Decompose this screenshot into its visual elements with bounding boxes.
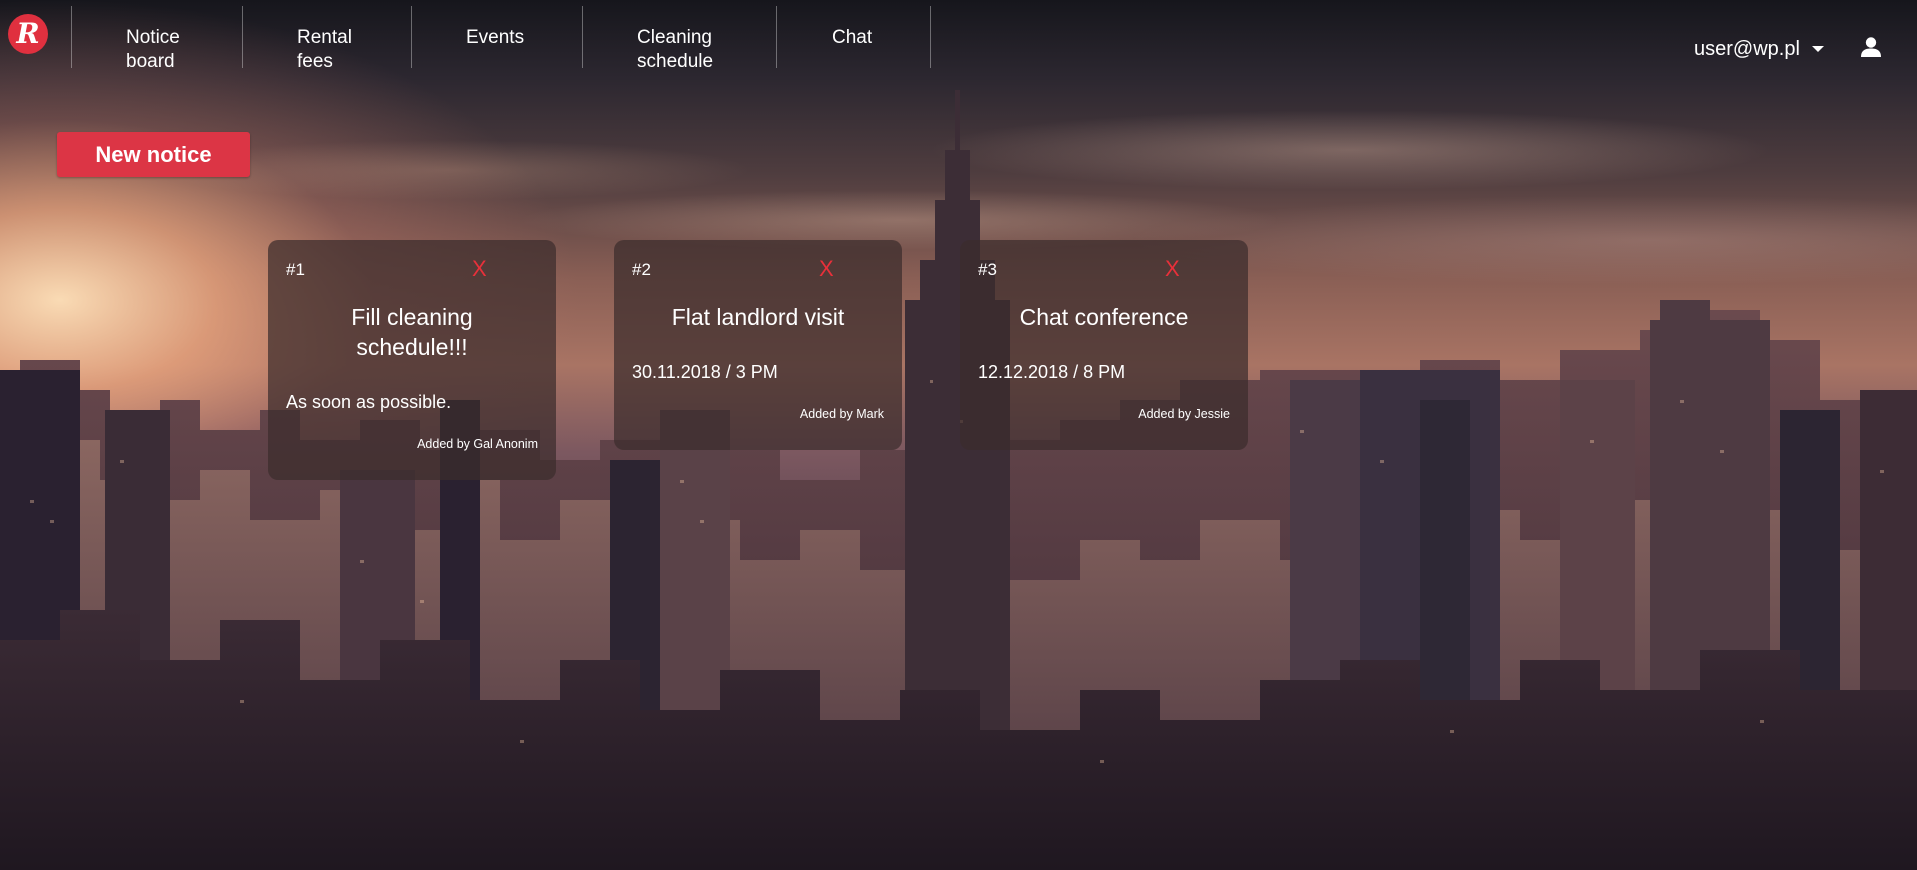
nav-item-rental-fees[interactable]: Rental fees: [297, 26, 352, 74]
notice-author: Added by Gal Anonim: [417, 437, 538, 451]
notice-title-line: schedule!!!: [356, 334, 468, 360]
nav-item-label: Cleaning: [637, 27, 712, 48]
close-icon[interactable]: X: [472, 256, 487, 282]
nav-divider: [776, 6, 777, 68]
app-logo[interactable]: R: [8, 14, 48, 54]
logo-letter: R: [16, 17, 40, 50]
notice-title-line: Flat landlord visit: [671, 304, 845, 330]
notice-body: As soon as possible.: [286, 392, 452, 412]
notice-date: 12.12.2018 / 8 PM: [978, 362, 1126, 382]
page-background: R Notice board Rental fees Events Cleani…: [0, 0, 1917, 870]
nav-item-label: Rental: [297, 27, 352, 48]
notice-number: #2: [632, 260, 651, 279]
user-icon[interactable]: [1860, 36, 1882, 58]
nav-item-label: board: [126, 51, 175, 72]
notice-author: Added by Mark: [799, 407, 884, 421]
nav-divider: [930, 6, 931, 68]
nav-divider: [582, 6, 583, 68]
nav-divider: [242, 6, 243, 68]
nav-item-chat[interactable]: Chat: [832, 26, 872, 50]
notice-card: #3 X Chat conference 12.12.2018 / 8 PM A…: [960, 240, 1248, 450]
notice-card: #2 X Flat landlord visit 30.11.2018 / 3 …: [614, 240, 902, 450]
notice-number: #1: [286, 260, 305, 279]
notice-title: Flat landlord visit: [614, 302, 902, 332]
nav-item-cleaning-schedule[interactable]: Cleaning schedule: [637, 26, 713, 74]
new-notice-button[interactable]: New notice: [57, 132, 250, 177]
nav-divider: [411, 6, 412, 68]
notice-date: 30.11.2018 / 3 PM: [632, 362, 778, 382]
nav-item-label: fees: [297, 51, 333, 72]
caret-down-icon[interactable]: [1812, 46, 1824, 52]
nav-item-label: Chat: [832, 27, 873, 48]
notice-title: Chat conference: [960, 302, 1248, 332]
notice-card: #1 X Fill cleaning schedule!!! As soon a…: [268, 240, 556, 480]
top-navbar: R Notice board Rental fees Events Cleani…: [0, 0, 1917, 74]
nav-item-events[interactable]: Events: [466, 26, 524, 50]
nav-item-label: Notice: [126, 27, 180, 48]
user-menu-toggle[interactable]: user@wp.pl: [1694, 38, 1800, 61]
nav-divider: [71, 6, 72, 68]
notice-title: Fill cleaning schedule!!!: [268, 302, 556, 362]
nav-item-label: Events: [466, 27, 525, 48]
notice-title-line: Chat conference: [1019, 304, 1189, 330]
notice-author: Added by Jessie: [1138, 407, 1230, 421]
notice-number: #3: [978, 260, 997, 279]
close-icon[interactable]: X: [1165, 256, 1180, 282]
nav-item-notice-board[interactable]: Notice board: [126, 26, 180, 74]
close-icon[interactable]: X: [819, 256, 834, 282]
notice-title-line: Fill cleaning: [351, 304, 473, 330]
nav-item-label: schedule: [637, 51, 714, 72]
